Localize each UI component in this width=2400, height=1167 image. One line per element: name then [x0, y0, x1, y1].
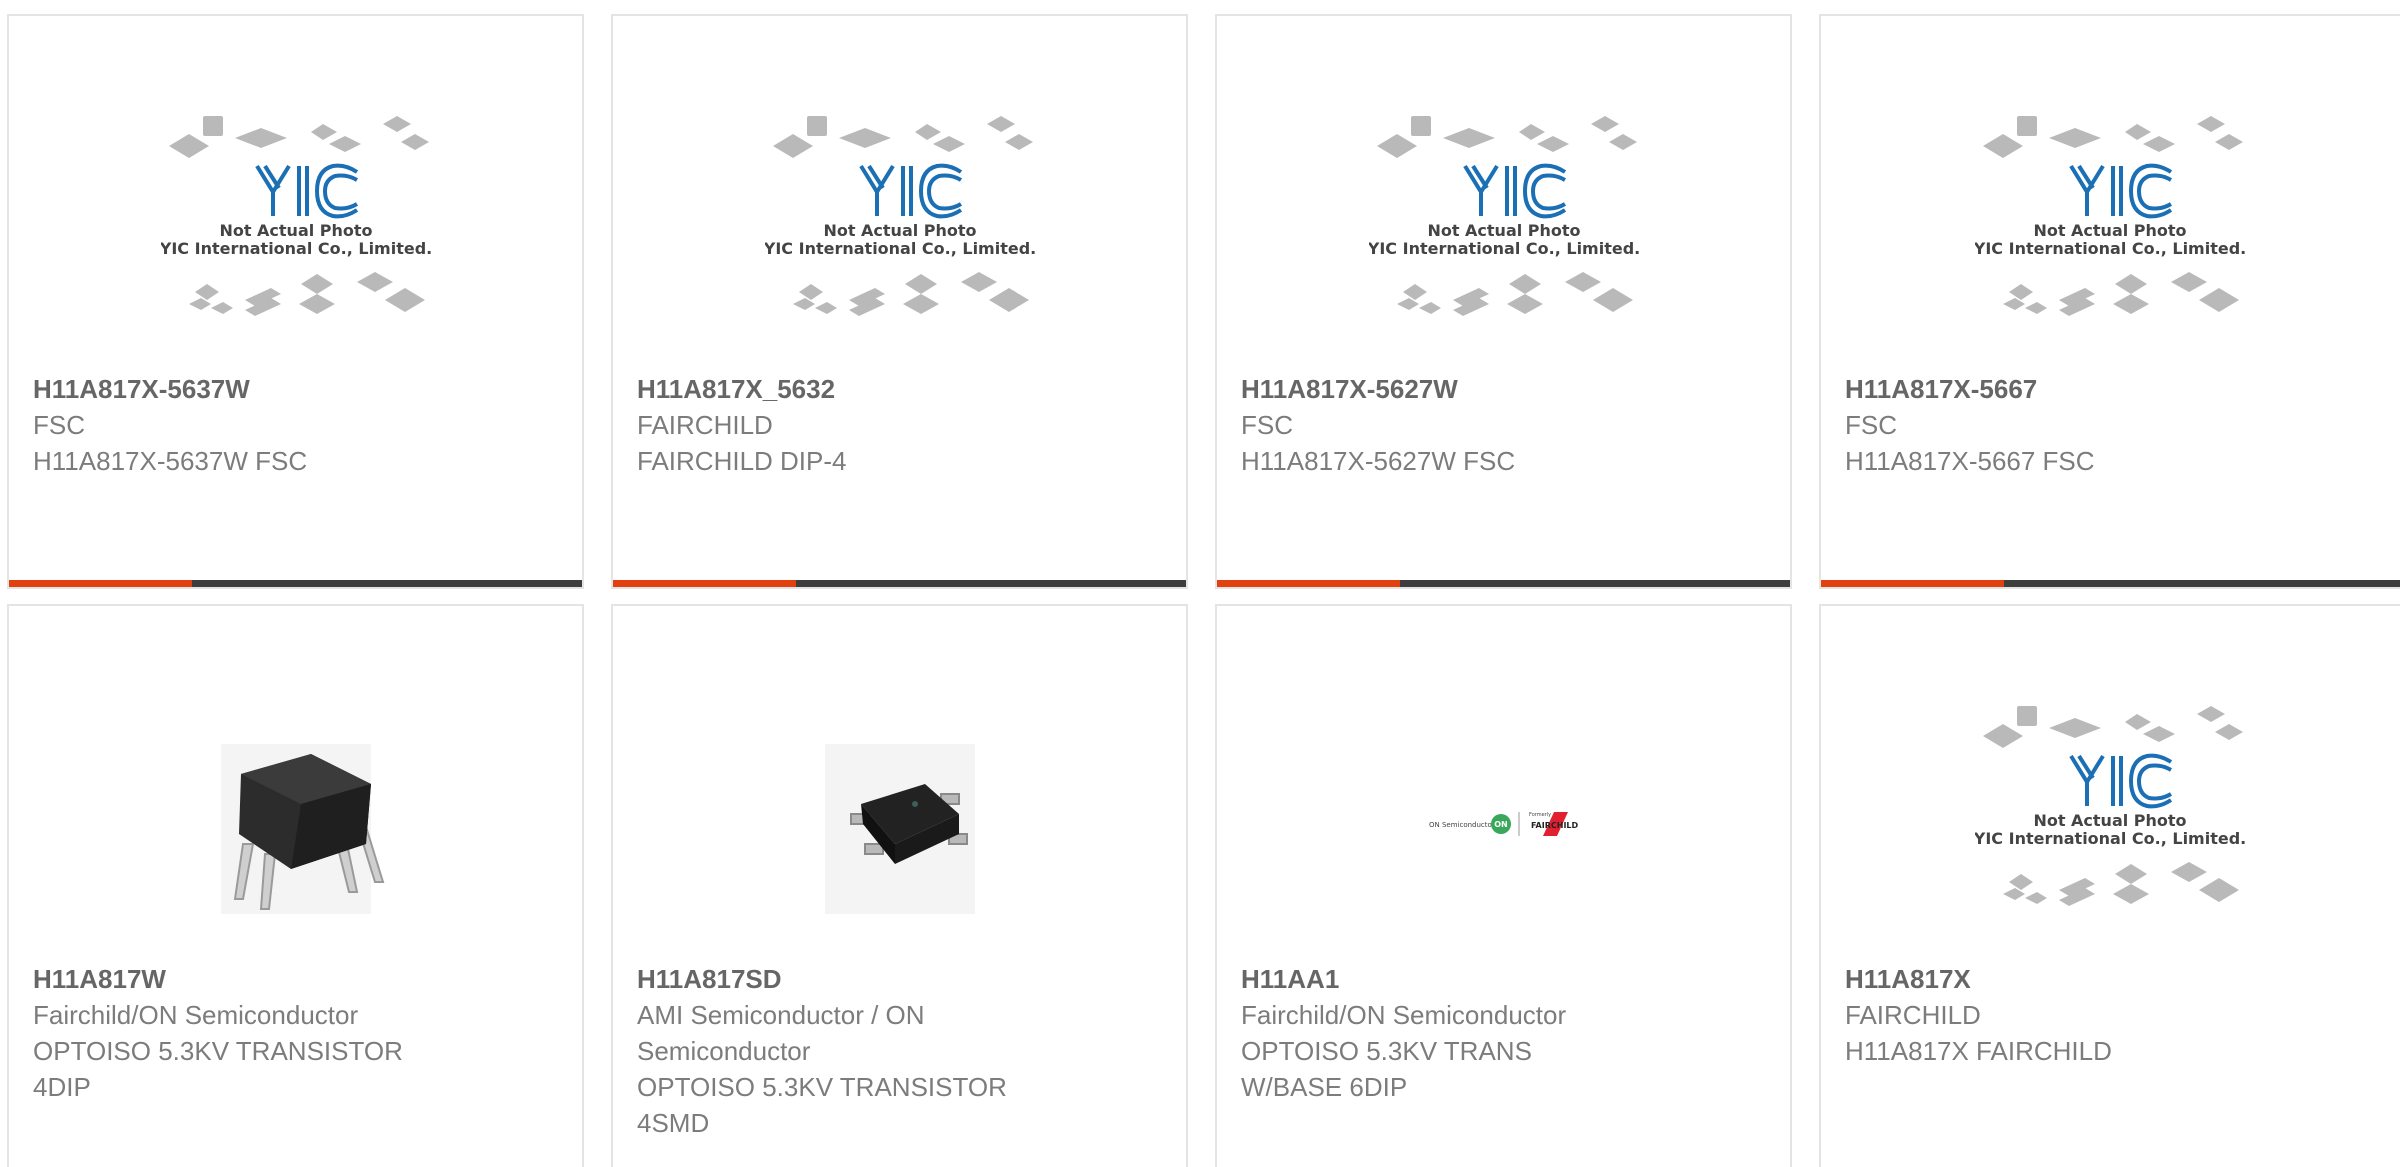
placeholder-image: Not Actual Photo YIC International Co., … [1369, 116, 1639, 316]
smd-package-image [824, 744, 975, 914]
dip-package-image [220, 744, 384, 914]
description-cont: 4DIP [33, 1072, 91, 1102]
on-badge: ON [1494, 820, 1508, 829]
product-info: H11A817X-5637W FSC H11A817X-5637W FSC [33, 371, 473, 479]
manufacturer: FAIRCHILD [637, 410, 773, 440]
fairchild-text: FAIRCHILD [1531, 821, 1579, 830]
product-info: H11A817W Fairchild/ON Semiconductor OPTO… [33, 961, 473, 1105]
description: H11A817X-5627W FSC [1241, 446, 1516, 476]
card-bottom-bar [613, 580, 1186, 587]
product-grid: Not Actual Photo YIC International Co., … [0, 0, 2400, 1167]
bar-accent [1217, 580, 1400, 587]
caption-line-1: Not Actual Photo [219, 221, 372, 240]
brand-logo-image: ON Semiconductor ON Formerly FAIRCHILD [1429, 812, 1579, 836]
description: OPTOISO 5.3KV TRANS [1241, 1036, 1532, 1066]
caption-line-2: YIC International Co., Limited. [1369, 239, 1639, 258]
caption-line-1: Not Actual Photo [2033, 221, 2186, 240]
placeholder-image: Not Actual Photo YIC International Co., … [765, 116, 1035, 316]
description: H11A817X-5637W FSC [33, 446, 308, 476]
product-info: H11A817SD AMI Semiconductor / ON Semicon… [637, 961, 1077, 1141]
caption-line-2: YIC International Co., Limited. [161, 239, 431, 258]
caption-line-1: Not Actual Photo [1427, 221, 1580, 240]
card-bottom-bar [1821, 580, 2400, 587]
part-number[interactable]: H11A817X-5637W [33, 371, 473, 407]
caption-line-2: YIC International Co., Limited. [765, 239, 1035, 258]
card-bottom-bar [1217, 580, 1790, 587]
product-card[interactable]: Not Actual Photo YIC International Co., … [1215, 14, 1792, 589]
product-card[interactable]: Not Actual Photo YIC International Co., … [611, 14, 1188, 589]
description: H11A817X FAIRCHILD [1845, 1036, 2112, 1066]
manufacturer: FSC [1241, 410, 1293, 440]
description: FAIRCHILD DIP-4 [637, 446, 847, 476]
caption-line-1: Not Actual Photo [2033, 811, 2186, 830]
manufacturer: FAIRCHILD [1845, 1000, 1981, 1030]
product-info: H11A817X FAIRCHILD H11A817X FAIRCHILD [1845, 961, 2285, 1069]
part-number[interactable]: H11AA1 [1241, 961, 1681, 997]
part-number[interactable]: H11A817SD [637, 961, 1077, 997]
part-number[interactable]: H11A817X-5667 [1845, 371, 2285, 407]
description: H11A817X-5667 FSC [1845, 446, 2095, 476]
card-bottom-bar [9, 580, 582, 587]
product-info: H11A817X_5632 FAIRCHILD FAIRCHILD DIP-4 [637, 371, 1077, 479]
manufacturer: FSC [1845, 410, 1897, 440]
placeholder-image: Not Actual Photo YIC International Co., … [1975, 706, 2245, 906]
product-card[interactable]: ON Semiconductor ON Formerly FAIRCHILD H… [1215, 604, 1792, 1167]
product-card[interactable]: Not Actual Photo YIC International Co., … [7, 14, 584, 589]
caption-line-1: Not Actual Photo [823, 221, 976, 240]
product-info: H11AA1 Fairchild/ON Semiconductor OPTOIS… [1241, 961, 1681, 1105]
caption-line-2: YIC International Co., Limited. [1975, 829, 2245, 848]
description: OPTOISO 5.3KV TRANSISTOR [637, 1072, 1007, 1102]
on-semi-text: ON Semiconductor [1429, 821, 1495, 829]
part-number[interactable]: H11A817X [1845, 961, 2285, 997]
manufacturer: FSC [33, 410, 85, 440]
description-cont: 4SMD [637, 1108, 710, 1138]
product-card[interactable]: Not Actual Photo YIC International Co., … [1819, 604, 2400, 1167]
description: OPTOISO 5.3KV TRANSISTOR [33, 1036, 403, 1066]
bar-accent [9, 580, 192, 587]
product-card[interactable]: H11A817SD AMI Semiconductor / ON Semicon… [611, 604, 1188, 1167]
part-number[interactable]: H11A817X-5627W [1241, 371, 1681, 407]
placeholder-image: Not Actual Photo YIC International Co., … [161, 116, 431, 316]
part-number[interactable]: H11A817W [33, 961, 473, 997]
part-number[interactable]: H11A817X_5632 [637, 371, 1077, 407]
manufacturer: Fairchild/ON Semiconductor [1241, 1000, 1567, 1030]
placeholder-image: Not Actual Photo YIC International Co., … [1975, 116, 2245, 316]
product-info: H11A817X-5667 FSC H11A817X-5667 FSC [1845, 371, 2285, 479]
product-card[interactable]: Not Actual Photo YIC International Co., … [1819, 14, 2400, 589]
manufacturer: Fairchild/ON Semiconductor [33, 1000, 359, 1030]
formerly-text: Formerly [1529, 812, 1551, 818]
caption-line-2: YIC International Co., Limited. [1975, 239, 2245, 258]
manufacturer: AMI Semiconductor / ON [637, 1000, 925, 1030]
product-info: H11A817X-5627W FSC H11A817X-5627W FSC [1241, 371, 1681, 479]
bar-accent [613, 580, 796, 587]
product-card[interactable]: H11A817W Fairchild/ON Semiconductor OPTO… [7, 604, 584, 1167]
bar-accent [1821, 580, 2004, 587]
manufacturer-cont: Semiconductor [637, 1036, 811, 1066]
description-cont: W/BASE 6DIP [1241, 1072, 1408, 1102]
